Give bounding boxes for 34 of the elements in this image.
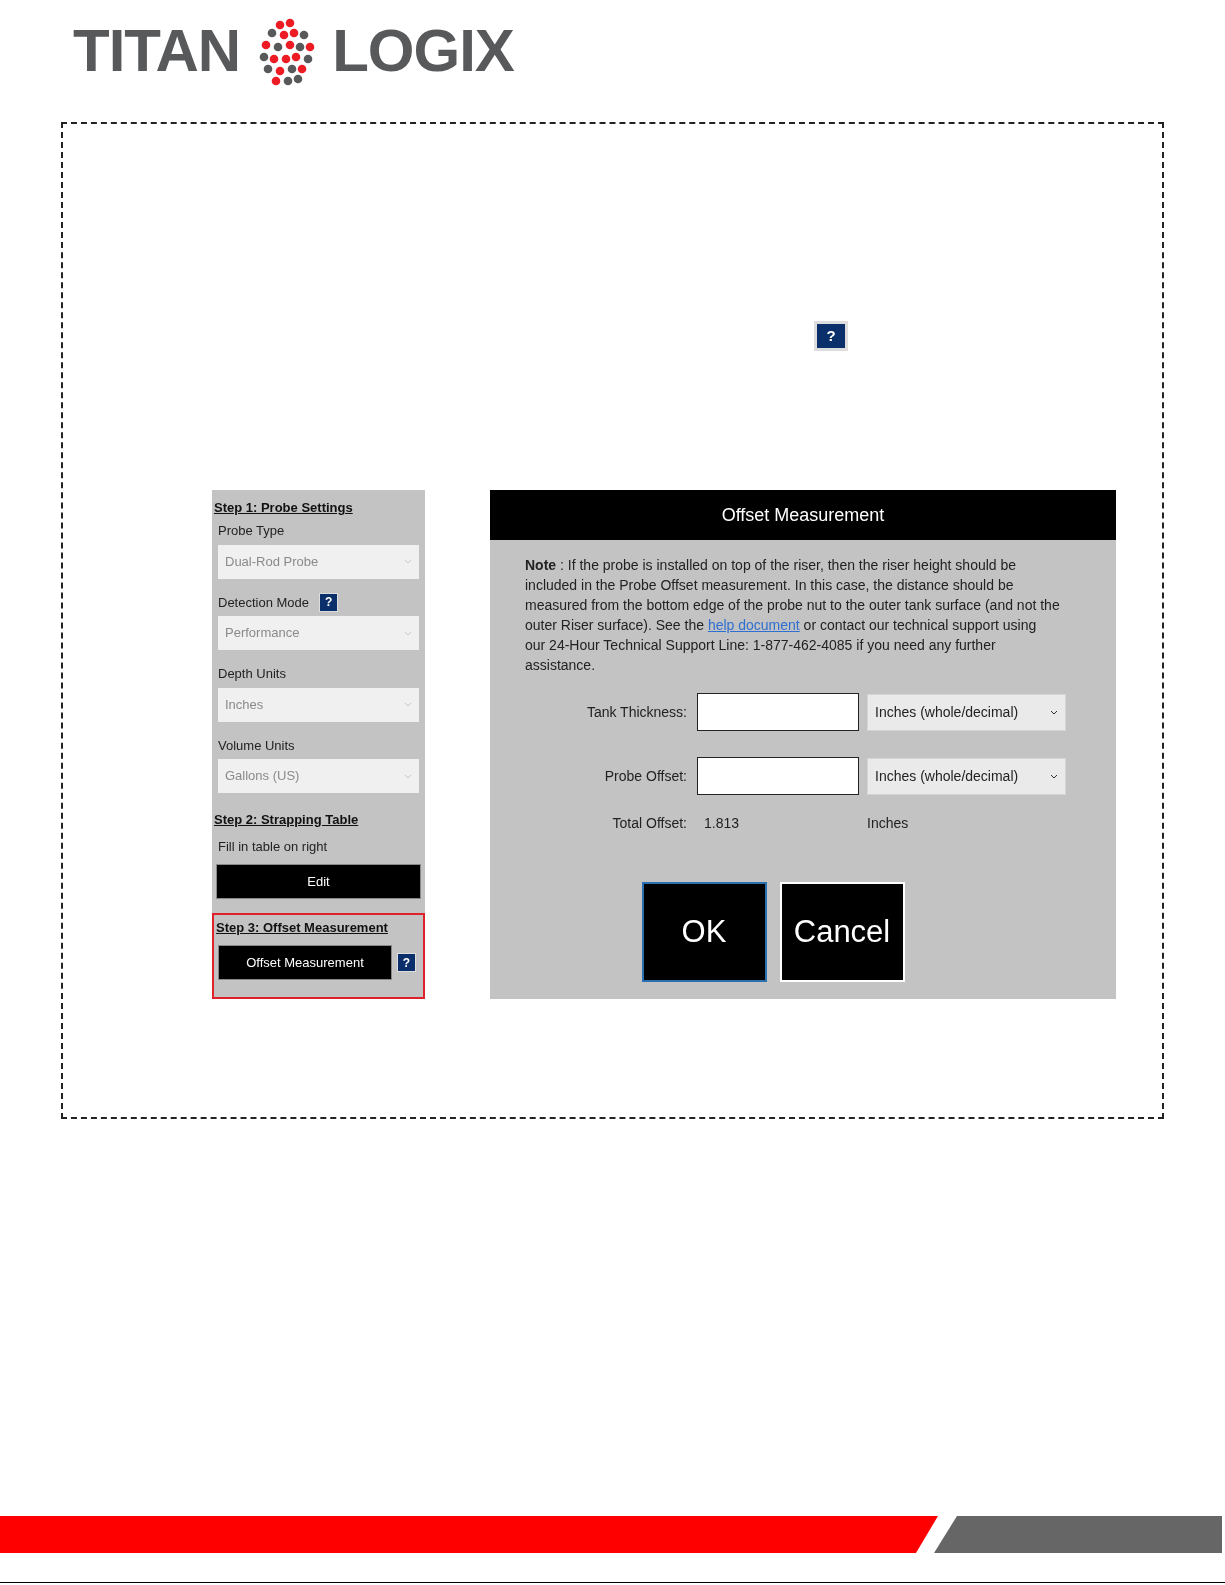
total-label: Total Offset: (612, 815, 687, 831)
total-value: 1.813 (704, 815, 740, 831)
field-label: Detection Mode (218, 593, 310, 612)
chevron-icon (404, 559, 412, 564)
logo-text: TITAN (73, 21, 241, 81)
dialog-button[interactable]: OK (641, 882, 767, 982)
text-input[interactable] (697, 693, 859, 731)
help-icon[interactable]: ? (397, 953, 416, 972)
field-label: Probe Offset: (604, 768, 687, 784)
note-text: Note : If the probe is installed on top of the riser, then the riser height should be included in the Probe Offset measurement. In this case, the distance should be measured from the bottom edge of the probe nut to the outer tank surface (and not the outer Riser surface). See the help document or contact our technical support using our 24-Hour Technical Support Line: 1-877-462-4085 if you need any further assistance. (525, 556, 1060, 675)
chevron-icon (1050, 773, 1058, 779)
field-label: Volume Units (218, 736, 295, 755)
dialog-title-bar: Offset Measurement (490, 490, 1116, 540)
field-label: Depth Units (218, 665, 286, 683)
help-icon[interactable]: ? (814, 321, 848, 351)
help-icon[interactable]: ? (319, 592, 339, 612)
unit-dropdown[interactable]: Inches (whole/decimal) (867, 757, 1066, 795)
action-button[interactable]: Offset Measurement (218, 945, 392, 980)
instruction-text: Fill in table on right (218, 839, 328, 854)
chevron-icon (404, 630, 412, 636)
field-label: Probe Type (218, 522, 285, 540)
section-heading: Step 3: Offset Measurement (216, 920, 388, 935)
dialog-button[interactable]: Cancel (779, 882, 905, 982)
text-input[interactable] (697, 757, 859, 795)
logo-text: LOGIX (332, 21, 514, 81)
action-button[interactable]: Edit (216, 864, 421, 899)
field-label: Tank Thickness: (586, 704, 687, 720)
section-heading: Step 2: Strapping Table (214, 812, 359, 827)
chevron-icon (404, 702, 412, 707)
unit-dropdown[interactable]: Inches (whole/decimal) (867, 693, 1066, 731)
chevron-icon (1050, 709, 1058, 715)
unit-text: Inches (867, 814, 909, 833)
chevron-icon (404, 773, 412, 779)
section-heading: Step 1: Probe Settings (214, 500, 353, 515)
